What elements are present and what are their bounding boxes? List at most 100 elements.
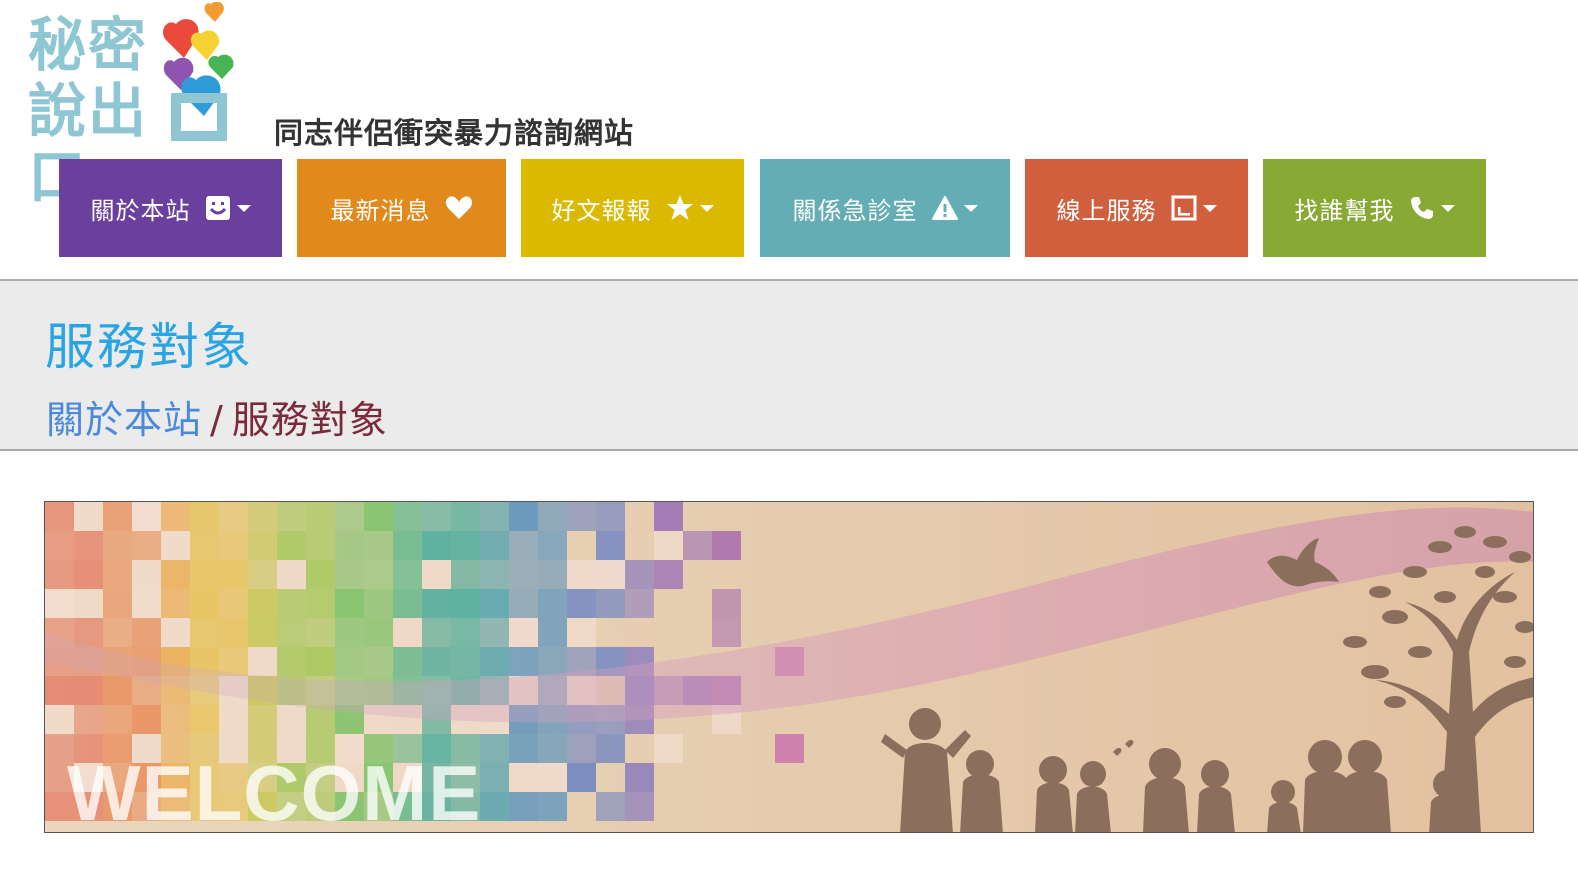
pixel-tile [538, 792, 567, 821]
pixel-tile [248, 560, 277, 589]
pixel-tile [596, 589, 625, 618]
pixel-tile [538, 589, 567, 618]
pixel-tile [103, 560, 132, 589]
pixel-tile [45, 676, 74, 705]
pixel-tile [538, 763, 567, 792]
pixel-tile [422, 560, 451, 589]
pixel-tile [654, 502, 683, 531]
pixel-tile [625, 560, 654, 589]
pixel-tile [248, 647, 277, 676]
heart-icon [445, 196, 472, 219]
nav-emergency-label: 關係急診室 [792, 196, 918, 225]
pixel-tile [190, 560, 219, 589]
pixel-tile [509, 618, 538, 647]
pixel-tile [103, 618, 132, 647]
pixel-tile [132, 618, 161, 647]
pixel-tile [103, 531, 132, 560]
warning-icon [931, 196, 958, 220]
pixel-tile [161, 705, 190, 734]
nav-articles[interactable]: 好文報報 [521, 159, 744, 257]
pixel-tile [132, 531, 161, 560]
pixel-tile [219, 531, 248, 560]
nav-emergency[interactable]: 關係急診室 [760, 159, 1010, 257]
pixel-tile [219, 618, 248, 647]
chevron-down-icon [236, 204, 251, 212]
pixel-tile [132, 502, 161, 531]
pixel-tile [480, 647, 509, 676]
pixel-tile [74, 531, 103, 560]
pixel-tile [190, 589, 219, 618]
pixel-tile [775, 734, 804, 763]
pixel-tile [161, 502, 190, 531]
pixel-tile [625, 589, 654, 618]
pixel-tile [654, 531, 683, 560]
pixel-tile [335, 647, 364, 676]
pixel-tile [306, 589, 335, 618]
pixel-tile [335, 502, 364, 531]
site-logo[interactable]: 秘密 說出口 [28, 2, 258, 210]
pixel-tile [712, 531, 741, 560]
pixel-tile [538, 618, 567, 647]
pixel-tile [277, 560, 306, 589]
pixel-tile [103, 705, 132, 734]
pixel-tile [364, 560, 393, 589]
breadcrumb-link-about[interactable]: 關於本站 [46, 398, 202, 442]
nav-about[interactable]: 關於本站 [59, 159, 282, 257]
pixel-tile [103, 589, 132, 618]
pixel-tile [306, 531, 335, 560]
pixel-tile [480, 618, 509, 647]
pixel-tile [654, 560, 683, 589]
pixel-tile [509, 502, 538, 531]
chart-square-icon [1171, 195, 1196, 221]
pixel-tile [277, 531, 306, 560]
pixel-tile [422, 589, 451, 618]
phone-icon [1410, 197, 1433, 219]
breadcrumb: 關於本站 / 服務對象 [46, 389, 388, 444]
pixel-tile [190, 705, 219, 734]
pixel-tile [219, 705, 248, 734]
pixel-tile [393, 531, 422, 560]
pixel-tile [683, 531, 712, 560]
nav-articles-label: 好文報報 [551, 196, 652, 225]
nav-find-help[interactable]: 找誰幫我 [1263, 159, 1486, 257]
pixel-tile [45, 560, 74, 589]
pixel-tile [393, 618, 422, 647]
nav-online-services[interactable]: 線上服務 [1025, 159, 1248, 257]
pixel-tile [306, 560, 335, 589]
pixel-tile [132, 560, 161, 589]
pixel-tile [509, 734, 538, 763]
pixel-tile [161, 618, 190, 647]
pixel-tile [567, 589, 596, 618]
pixel-tile [190, 531, 219, 560]
pixel-tile [335, 618, 364, 647]
pixel-tile [567, 560, 596, 589]
pixel-tile [306, 618, 335, 647]
pixel-tile [248, 531, 277, 560]
pixel-tile [393, 589, 422, 618]
breadcrumb-separator: / [210, 398, 224, 442]
pixel-tile [567, 734, 596, 763]
pixel-tile [45, 705, 74, 734]
pixel-tile [538, 531, 567, 560]
pixel-tile [538, 647, 567, 676]
pixel-tile [712, 589, 741, 618]
pixel-tile [509, 560, 538, 589]
pixel-tile [277, 705, 306, 734]
chevron-down-icon [1440, 204, 1455, 212]
pixel-tile [277, 589, 306, 618]
pixel-tile [596, 502, 625, 531]
pixel-tile [509, 531, 538, 560]
smile-square-icon [205, 196, 230, 220]
chevron-down-icon [699, 204, 714, 212]
logo-line-1: 秘密 [28, 11, 149, 79]
pixel-tile [190, 618, 219, 647]
pixel-tile [480, 560, 509, 589]
pixel-tile [277, 502, 306, 531]
nav-news[interactable]: 最新消息 [297, 159, 506, 257]
pixel-tile [509, 763, 538, 792]
pixel-tile [277, 647, 306, 676]
pixel-tile [451, 531, 480, 560]
pixel-tile [567, 763, 596, 792]
pixel-tile [306, 647, 335, 676]
pixel-tile [480, 763, 509, 792]
